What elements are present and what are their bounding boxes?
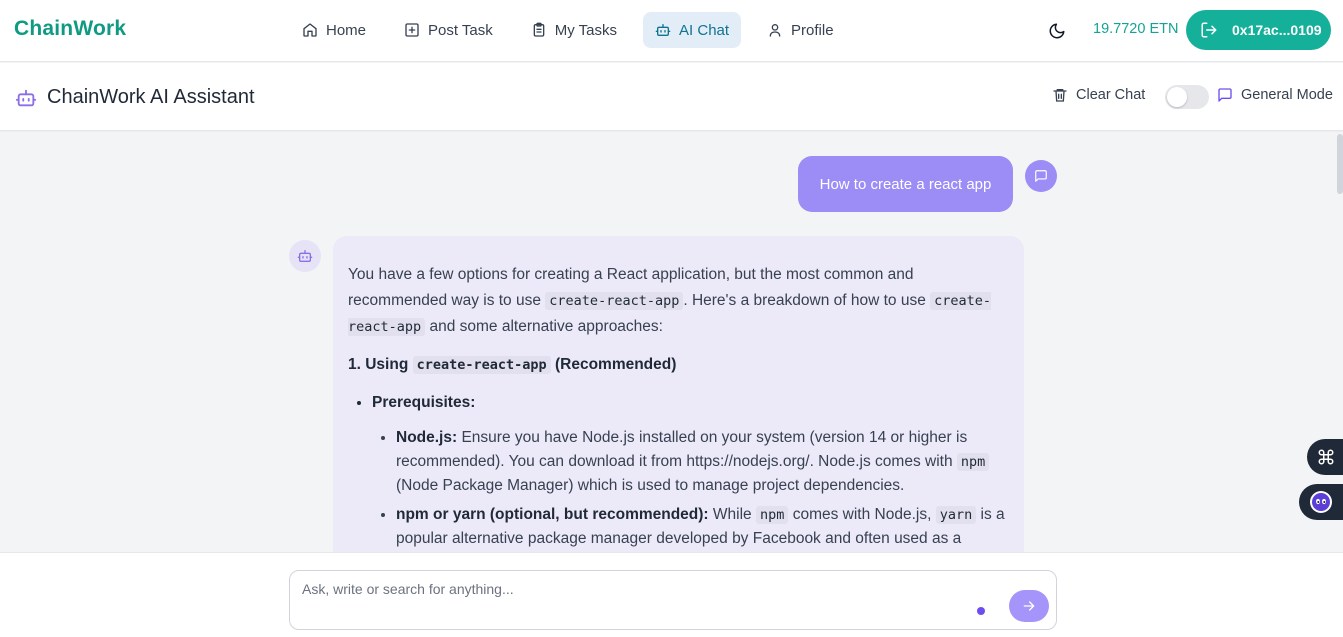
clear-chat-button[interactable]: Clear Chat — [1052, 87, 1145, 103]
chat-input[interactable] — [302, 581, 962, 603]
chat-messages[interactable]: How to create a react app You have a few… — [0, 132, 1343, 552]
trash-icon — [1053, 89, 1067, 102]
bot-intro: You have a few options for creating a Re… — [348, 266, 992, 336]
chat-header: ChainWork AI Assistant Clear Chat Genera… — [0, 63, 1343, 131]
mode-toggle-knob — [1167, 87, 1187, 107]
command-icon — [1318, 449, 1334, 465]
moon-icon — [1049, 23, 1065, 39]
message-square-icon — [1218, 88, 1232, 102]
scroll-thumb[interactable] — [1337, 134, 1343, 194]
assistant-float-button[interactable] — [1299, 484, 1343, 520]
nav-item-label: Home — [326, 21, 367, 39]
inline-code: npm — [956, 453, 990, 471]
chat-title: ChainWork AI Assistant — [47, 86, 255, 108]
apps-float-button[interactable] — [1307, 439, 1343, 475]
nav-item-home[interactable]: Home — [290, 12, 378, 48]
mode-label-wrap: General Mode — [1217, 87, 1333, 103]
arrow-right-icon — [1023, 601, 1035, 611]
bot-message: You have a few options for creating a Re… — [333, 236, 1024, 552]
bot-icon — [655, 24, 671, 36]
chat-title-wrap: ChainWork AI Assistant — [15, 86, 255, 109]
inline-code: npm — [756, 506, 789, 524]
chat-input-box — [289, 570, 1057, 630]
user-message: How to create a react app — [798, 156, 1013, 212]
list-item: Node.js: Ensure you have Node.js install… — [396, 426, 1009, 498]
message-square-icon — [1035, 170, 1047, 182]
inline-code: yarn — [935, 506, 977, 524]
clear-chat-label: Clear Chat — [1076, 87, 1146, 103]
nav-items: Home Post Task My Tasks AI Chat Profile — [290, 12, 860, 48]
home-icon — [303, 23, 317, 37]
theme-toggle-button[interactable] — [1046, 20, 1068, 42]
logout-icon — [1201, 22, 1217, 38]
nav-item-post-task[interactable]: Post Task — [392, 12, 505, 48]
robot-face-icon — [1310, 491, 1332, 513]
inline-code: create-react-app — [412, 356, 551, 374]
list: Prerequisites: Node.js: Ensure you have … — [372, 390, 1009, 551]
top-nav: ChainWork Home Post Task My Tasks AI Cha… — [0, 0, 1343, 62]
nav-item-label: Post Task — [428, 21, 493, 39]
user-icon — [769, 24, 781, 37]
user-message-text: How to create a react app — [819, 175, 992, 193]
plus-square-icon — [405, 23, 419, 37]
nav-item-profile[interactable]: Profile — [755, 12, 846, 48]
wallet-button[interactable]: 0x17ac...0109 — [1186, 10, 1331, 50]
nav-item-label: Profile — [791, 21, 834, 39]
nav-item-label: My Tasks — [554, 21, 618, 39]
bot-avatar — [289, 240, 321, 272]
inline-code: create-react-app — [545, 292, 684, 310]
nav-item-ai-chat[interactable]: AI Chat — [643, 12, 742, 48]
brand-logo[interactable]: ChainWork — [14, 17, 126, 41]
chat-input-area — [0, 552, 1343, 637]
bot-icon — [297, 250, 313, 262]
wallet-address: 0x17ac...0109 — [1232, 22, 1322, 38]
list-item: npm or yarn (optional, but recommended):… — [396, 503, 1009, 551]
nav-item-label: AI Chat — [679, 21, 730, 39]
mode-label: General Mode — [1241, 87, 1333, 103]
sub-list: Node.js: Ensure you have Node.js install… — [396, 426, 1009, 551]
user-avatar — [1025, 160, 1057, 192]
list-item: Prerequisites: Node.js: Ensure you have … — [372, 390, 1009, 551]
send-button[interactable] — [1009, 590, 1049, 622]
clipboard-icon — [533, 22, 545, 37]
nav-item-my-tasks[interactable]: My Tasks — [519, 12, 629, 48]
bot-icon — [15, 89, 37, 106]
input-indicator-dot — [977, 607, 985, 615]
mode-toggle[interactable] — [1165, 85, 1209, 109]
section-heading: 1. Using create-react-app (Recommended) — [348, 356, 677, 374]
wallet-balance: 19.7720 ETN — [1093, 21, 1179, 37]
